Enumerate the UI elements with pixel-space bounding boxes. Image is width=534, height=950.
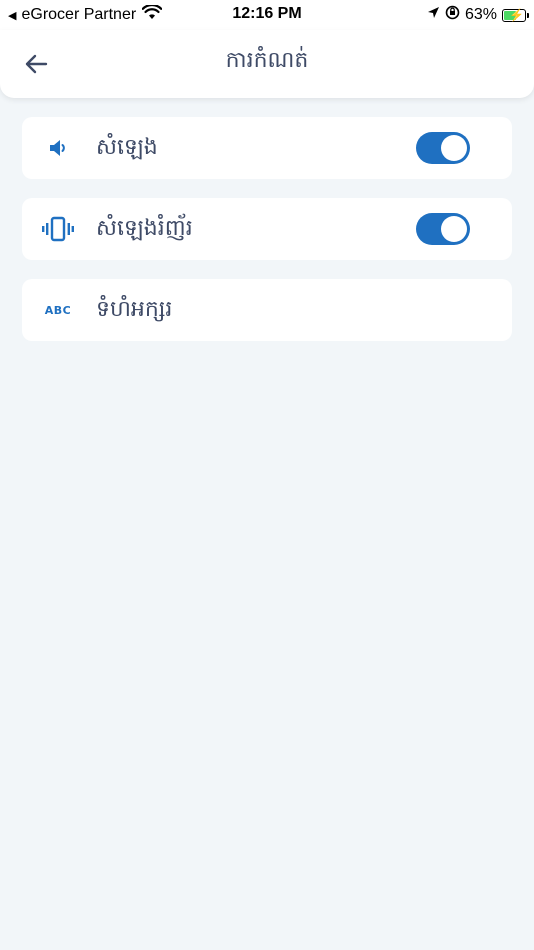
charging-icon: ⚡	[509, 7, 524, 22]
vibrate-icon	[40, 215, 76, 243]
setting-sound-label: សំឡេង	[96, 135, 158, 160]
battery-icon: ⚡	[502, 7, 529, 22]
setting-vibration[interactable]: សំឡេងរំញ័រ	[22, 198, 512, 260]
setting-vibration-label: សំឡេងរំញ័រ	[96, 216, 193, 241]
setting-sound[interactable]: សំឡេង	[22, 117, 512, 179]
speaker-icon	[40, 134, 76, 162]
location-icon	[427, 6, 440, 24]
abc-icon: ABC	[40, 296, 76, 324]
toggle-knob	[441, 216, 467, 242]
orientation-lock-icon	[445, 5, 460, 25]
status-bar: ◀ eGrocer Partner 12:16 PM 63% ⚡	[0, 0, 534, 30]
status-right: 63% ⚡	[422, 5, 529, 25]
sound-toggle[interactable]	[416, 132, 470, 164]
setting-font-size-label: ទំហំអក្សរ	[96, 297, 173, 322]
toggle-knob	[441, 135, 467, 161]
setting-font-size[interactable]: ABC ទំហំអក្សរ	[22, 279, 512, 341]
vibration-toggle[interactable]	[416, 213, 470, 245]
battery-percent: 63%	[464, 6, 497, 23]
page-title: ការកំណត់	[225, 48, 309, 73]
app-header: ការកំណត់	[0, 30, 534, 98]
abc-icon-text: ABC	[44, 303, 72, 317]
